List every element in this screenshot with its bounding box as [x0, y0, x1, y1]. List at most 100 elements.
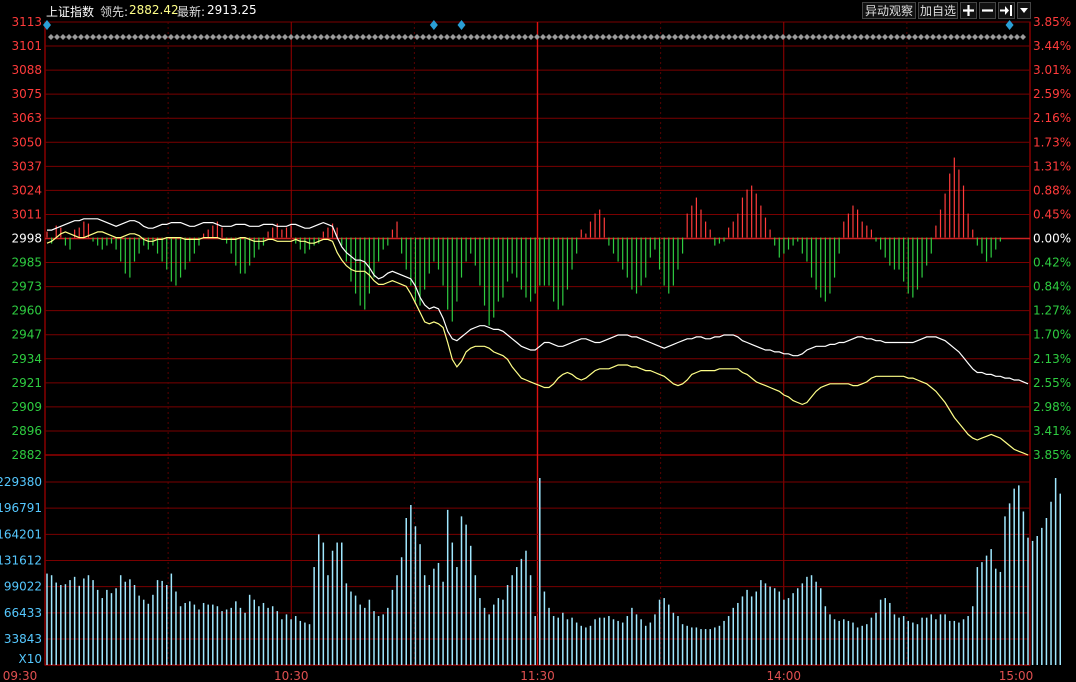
marker-strip-diamond	[624, 34, 630, 40]
marker-strip-diamond	[744, 34, 750, 40]
marker-strip-diamond	[396, 34, 402, 40]
marker-strip-diamond	[876, 34, 882, 40]
marker-strip-diamond	[210, 34, 216, 40]
marker-strip-diamond	[444, 34, 450, 40]
marker-strip-diamond	[924, 34, 930, 40]
marker-strip-diamond	[492, 34, 498, 40]
marker-strip-diamond	[306, 34, 312, 40]
marker-strip-diamond	[156, 34, 162, 40]
marker-strip-diamond	[666, 34, 672, 40]
marker-strip-diamond	[564, 34, 570, 40]
marker-strip-diamond	[726, 34, 732, 40]
marker-strip-diamond	[318, 34, 324, 40]
marker-strip-diamond	[96, 34, 102, 40]
price-tick-label: 2882	[11, 448, 42, 462]
marker-strip-diamond	[672, 34, 678, 40]
marker-strip-diamond	[216, 34, 222, 40]
marker-strip-diamond	[198, 34, 204, 40]
price-tick-label: 2921	[11, 376, 42, 390]
marker-strip-diamond	[270, 34, 276, 40]
marker-strip-diamond	[66, 34, 72, 40]
price-tick-label: 3113	[11, 15, 42, 29]
marker-strip-diamond	[138, 34, 144, 40]
volume-tick-label: 196791	[0, 501, 42, 515]
marker-strip-diamond	[168, 34, 174, 40]
marker-strip-diamond	[732, 34, 738, 40]
price-tick-label: 3088	[11, 63, 42, 77]
marker-strip-diamond	[498, 34, 504, 40]
marker-strip-diamond	[630, 34, 636, 40]
percent-tick-label: 3.44%	[1033, 39, 1071, 53]
marker-strip-diamond	[678, 34, 684, 40]
marker-strip-diamond	[636, 34, 642, 40]
marker-strip-diamond	[684, 34, 690, 40]
marker-strip-diamond	[336, 34, 342, 40]
marker-strip-diamond	[378, 34, 384, 40]
marker-strip-diamond	[912, 34, 918, 40]
marker-strip-diamond	[774, 34, 780, 40]
marker-strip-diamond	[618, 34, 624, 40]
marker-strip-diamond	[204, 34, 210, 40]
marker-strip-diamond	[522, 34, 528, 40]
time-tick-label: 11:30	[520, 669, 555, 682]
price-tick-label: 3011	[11, 207, 42, 221]
marker-strip-diamond	[906, 34, 912, 40]
marker-strip-diamond	[144, 34, 150, 40]
marker-strip-diamond	[1002, 34, 1008, 40]
marker-strip-diamond	[828, 34, 834, 40]
marker-strip-diamond	[360, 34, 366, 40]
marker-strip-diamond	[870, 34, 876, 40]
marker-strip-diamond	[720, 34, 726, 40]
percent-tick-label: 0.45%	[1033, 207, 1071, 221]
volume-tick-label: 66433	[4, 606, 42, 620]
percent-tick-label: 1.31%	[1033, 159, 1071, 173]
marker-strip-diamond	[642, 34, 648, 40]
marker-strip-diamond	[372, 34, 378, 40]
percent-tick-label: 2.98%	[1033, 400, 1071, 414]
marker-strip-diamond	[228, 34, 234, 40]
marker-strip-diamond	[48, 34, 54, 40]
marker-strip-diamond	[558, 34, 564, 40]
percent-tick-label: 0.42%	[1033, 256, 1071, 270]
marker-strip-diamond	[606, 34, 612, 40]
time-tick-label: 10:30	[274, 669, 309, 682]
volume-tick-label: 164201	[0, 527, 42, 541]
marker-strip-diamond	[342, 34, 348, 40]
marker-strip-diamond	[798, 34, 804, 40]
marker-strip-diamond	[888, 34, 894, 40]
marker-strip-diamond	[702, 34, 708, 40]
marker-strip-diamond	[510, 34, 516, 40]
marker-strip-diamond	[858, 34, 864, 40]
marker-strip-diamond	[276, 34, 282, 40]
marker-strip-diamond	[660, 34, 666, 40]
marker-strip-diamond	[408, 34, 414, 40]
marker-strip-diamond	[864, 34, 870, 40]
marker-strip-diamond	[180, 34, 186, 40]
marker-strip-diamond	[936, 34, 942, 40]
marker-strip-diamond	[810, 34, 816, 40]
marker-strip-diamond	[114, 34, 120, 40]
volume-bar-series	[46, 478, 1061, 665]
percent-tick-label: 1.73%	[1033, 135, 1071, 149]
marker-strip-diamond	[420, 34, 426, 40]
marker-strip-diamond	[756, 34, 762, 40]
marker-strip-diamond	[300, 34, 306, 40]
percent-tick-label: 0.88%	[1033, 183, 1071, 197]
percent-tick-label: 2.59%	[1033, 87, 1071, 101]
volume-tick-label: 99022	[4, 580, 42, 594]
marker-strip-diamond	[696, 34, 702, 40]
marker-strip-diamond	[822, 34, 828, 40]
marker-strip-diamond	[246, 34, 252, 40]
marker-strip-diamond	[960, 34, 966, 40]
marker-strip-diamond	[546, 34, 552, 40]
ratio-bar-series	[46, 157, 1001, 326]
marker-strip-diamond	[432, 34, 438, 40]
marker-strip-diamond	[978, 34, 984, 40]
intraday-chart: 3113 3.85% 3101 3.44% 3088 3.01% 3075 2.59% 3063…	[0, 15, 1071, 682]
marker-strip-diamond	[390, 34, 396, 40]
marker-strip-diamond	[108, 34, 114, 40]
marker-strip-diamond	[54, 34, 60, 40]
marker-strip-diamond	[840, 34, 846, 40]
percent-tick-label: 3.01%	[1033, 63, 1071, 77]
percent-tick-label: 3.85%	[1033, 15, 1071, 29]
